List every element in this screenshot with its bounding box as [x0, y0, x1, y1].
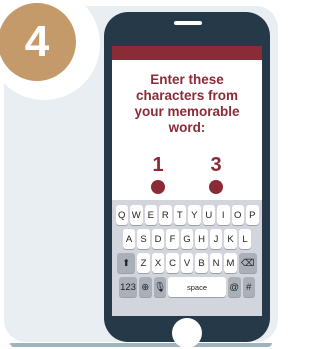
key-x[interactable]: X — [151, 253, 165, 273]
character-positions: 1 3 — [112, 154, 262, 194]
key-n[interactable]: N — [209, 253, 223, 273]
globe-key-icon[interactable]: ⊕ — [139, 277, 152, 297]
key-f[interactable]: F — [166, 229, 179, 249]
key-g[interactable]: G — [180, 229, 194, 249]
key-e[interactable]: E — [144, 205, 157, 225]
home-button[interactable] — [172, 318, 202, 348]
key-c[interactable]: C — [166, 253, 179, 273]
phone-illustration: Enter these characters from your memorab… — [104, 12, 270, 348]
keyboard-row-2: ASDFGHJKL — [115, 229, 259, 249]
key-z[interactable]: Z — [137, 253, 150, 273]
character-position-second: 3 — [210, 154, 222, 176]
key-u[interactable]: U — [202, 205, 215, 225]
key-s[interactable]: S — [137, 229, 150, 249]
key-h[interactable]: H — [195, 229, 208, 249]
card-shadow — [10, 343, 272, 347]
keyboard-row-1: QWERTYUIOP — [115, 205, 259, 225]
backspace-key-icon[interactable]: ⌫ — [238, 253, 257, 273]
key-l[interactable]: L — [238, 229, 252, 249]
key-d[interactable]: D — [151, 229, 165, 249]
key-y[interactable]: Y — [188, 205, 201, 225]
shift-key-icon[interactable]: ⬆ — [117, 253, 136, 273]
phone-speaker — [174, 21, 202, 25]
numbers-key[interactable]: 123 — [119, 277, 137, 297]
key-b[interactable]: B — [195, 253, 208, 273]
app-header-bar — [112, 46, 262, 60]
keyboard-row-4: 123 ⊕ 🎙 space @ # — [115, 277, 259, 297]
key-j[interactable]: J — [209, 229, 223, 249]
key-q[interactable]: Q — [115, 205, 128, 225]
key-t[interactable]: T — [173, 205, 186, 225]
character-position-first: 1 — [152, 154, 164, 176]
character-entry-dot-first[interactable] — [151, 180, 165, 194]
microphone-key-icon[interactable]: 🎙 — [153, 277, 166, 297]
key-o[interactable]: O — [231, 205, 244, 225]
key-a[interactable]: A — [122, 229, 136, 249]
phone-screen: Enter these characters from your memorab… — [112, 46, 262, 316]
keyboard-row-3: ⬆ ZXCVBNM ⌫ — [115, 253, 259, 273]
key-v[interactable]: V — [180, 253, 194, 273]
key-r[interactable]: R — [159, 205, 172, 225]
prompt-text: Enter these characters from your memorab… — [112, 72, 262, 136]
key-k[interactable]: K — [224, 229, 237, 249]
prompt-line-4: word: — [168, 120, 206, 135]
prompt-line-3: your memorable — [134, 104, 240, 119]
key-w[interactable]: W — [130, 205, 143, 225]
space-key[interactable]: space — [168, 277, 226, 297]
onscreen-keyboard: QWERTYUIOP ASDFGHJKL ⬆ ZXCVBNM ⌫ 123 ⊕ 🎙… — [112, 200, 262, 316]
key-m[interactable]: M — [224, 253, 237, 273]
hash-key[interactable]: # — [242, 277, 255, 297]
character-entry-dot-second[interactable] — [209, 180, 223, 194]
prompt-line-2: characters from — [135, 88, 239, 103]
keyboard-row-3-letters: ZXCVBNM — [137, 253, 237, 273]
step-number-badge: 4 — [0, 3, 76, 81]
key-i[interactable]: I — [217, 205, 230, 225]
at-key[interactable]: @ — [228, 277, 241, 297]
key-p[interactable]: P — [246, 205, 259, 225]
prompt-line-1: Enter these — [150, 72, 224, 87]
